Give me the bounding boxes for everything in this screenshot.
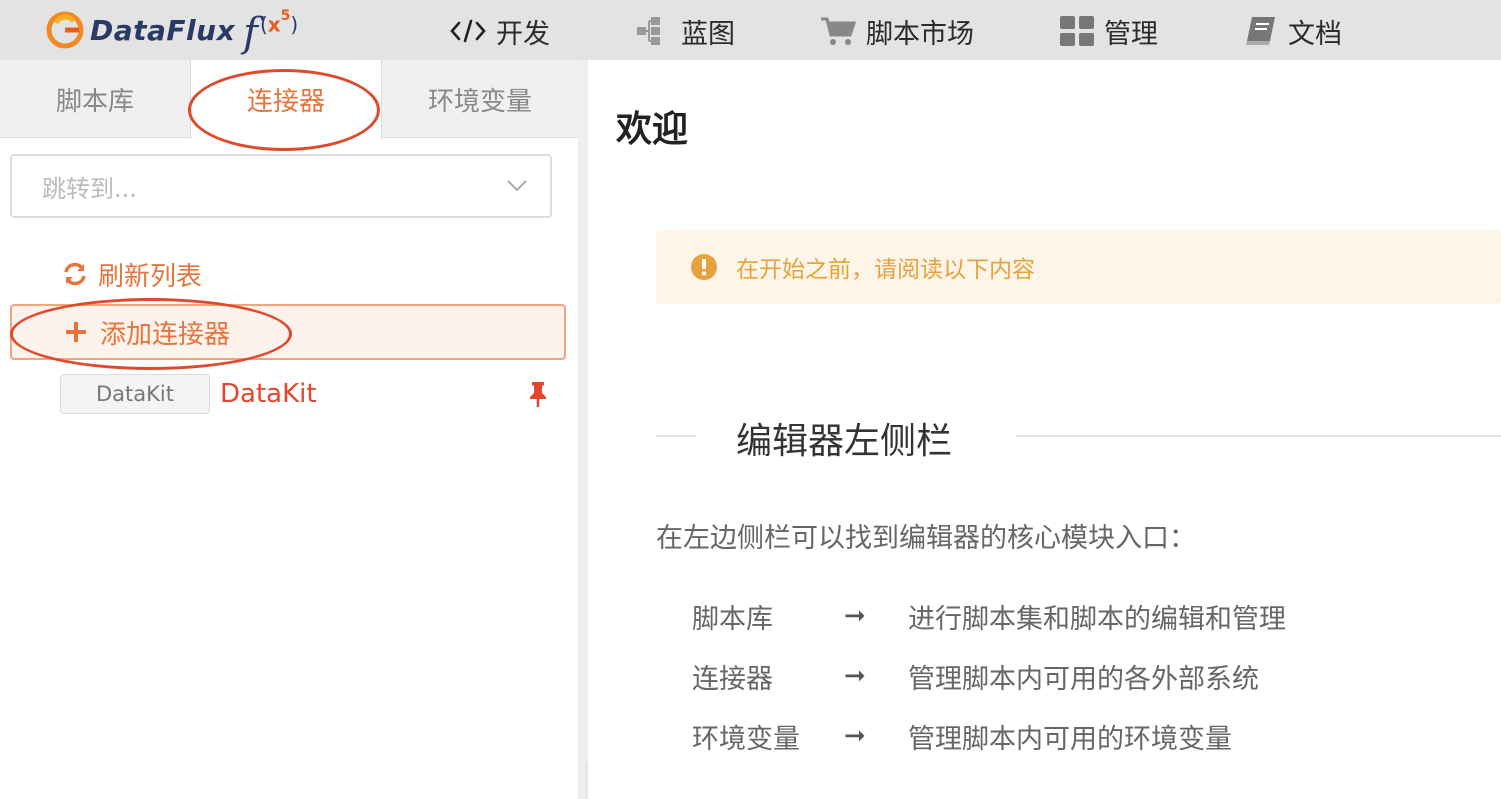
- nav-develop[interactable]: 开发: [450, 12, 550, 50]
- tab-env-variables-label: 环境变量: [427, 86, 532, 117]
- connector-name: DataKit: [220, 379, 317, 409]
- book-icon: [1244, 15, 1278, 47]
- sidebar: 脚本库 连接器 环境变量 跳转到... 刷新列表 添加连接器 DataKit D…: [0, 60, 578, 799]
- tab-env-variables[interactable]: 环境变量: [382, 60, 578, 138]
- logo-x: (x5): [259, 7, 299, 37]
- notice-text: 在开始之前，请阅读以下内容: [736, 257, 1035, 283]
- refresh-list-button[interactable]: 刷新列表: [62, 256, 202, 292]
- sidebar-divider[interactable]: [578, 60, 588, 799]
- code-icon: [450, 19, 486, 43]
- tab-connectors-label: 连接器: [246, 87, 325, 117]
- nav-docs[interactable]: 文档: [1244, 12, 1342, 50]
- arrow-right-icon: ➞: [844, 601, 866, 631]
- add-connector-button[interactable]: 添加连接器: [10, 304, 566, 360]
- logo-f: f: [243, 10, 258, 56]
- nav-manage-label: 管理: [1104, 18, 1158, 50]
- page-title: 欢迎: [616, 109, 689, 150]
- arrow-right-icon: ➞: [844, 661, 866, 691]
- section-divider-left: [656, 435, 696, 437]
- section-divider-right: [1016, 435, 1501, 437]
- chevron-down-icon: [507, 180, 527, 192]
- app-logo[interactable]: DataFlux f (x5): [46, 7, 299, 56]
- connector-item[interactable]: DataKit DataKit: [60, 374, 550, 414]
- add-connector-label: 添加连接器: [100, 319, 231, 350]
- arrow-right-icon: ➞: [844, 721, 866, 751]
- warning-icon: [691, 254, 717, 280]
- pin-icon[interactable]: [526, 380, 550, 408]
- feature-row: 脚本库 ➞ 进行脚本集和脚本的编辑和管理: [692, 596, 1286, 636]
- tab-script-library-label: 脚本库: [55, 86, 134, 117]
- feature-name: 连接器: [692, 663, 773, 695]
- nav-script-market[interactable]: 脚本市场: [820, 12, 974, 50]
- feature-desc: 管理脚本内可用的环境变量: [908, 723, 1232, 755]
- jump-to-placeholder: 跳转到...: [42, 174, 137, 203]
- feature-row: 连接器 ➞ 管理脚本内可用的各外部系统: [692, 656, 1259, 696]
- nav-blueprint[interactable]: 蓝图: [637, 12, 735, 50]
- logo-text: DataFlux: [90, 13, 236, 47]
- tab-script-library[interactable]: 脚本库: [0, 60, 190, 138]
- notice-banner: 在开始之前，请阅读以下内容: [656, 230, 1501, 304]
- feature-row: 环境变量 ➞ 管理脚本内可用的环境变量: [692, 716, 1232, 756]
- refresh-icon: [64, 262, 86, 286]
- sidebar-tabs: 脚本库 连接器 环境变量: [0, 60, 578, 139]
- jump-to-select[interactable]: 跳转到...: [10, 154, 552, 218]
- feature-desc: 进行脚本集和脚本的编辑和管理: [908, 603, 1286, 635]
- nav-blueprint-label: 蓝图: [681, 18, 735, 50]
- connector-type-tag: DataKit: [60, 374, 210, 414]
- feature-name: 环境变量: [692, 723, 800, 755]
- nav-script-market-label: 脚本市场: [866, 18, 974, 50]
- logo-icon: [46, 11, 84, 49]
- nav-manage[interactable]: 管理: [1060, 12, 1158, 50]
- plus-icon: [66, 322, 86, 342]
- section-title: 编辑器左侧栏: [736, 421, 953, 462]
- feature-desc: 管理脚本内可用的各外部系统: [908, 663, 1259, 695]
- feature-name: 脚本库: [692, 603, 773, 635]
- intro-text: 在左边侧栏可以找到编辑器的核心模块入口：: [656, 523, 1196, 554]
- nav-docs-label: 文档: [1288, 18, 1342, 50]
- refresh-list-label: 刷新列表: [98, 261, 203, 292]
- cart-icon: [820, 15, 856, 47]
- tab-connectors[interactable]: 连接器: [190, 60, 382, 139]
- blueprint-icon: [637, 15, 671, 47]
- grid-icon: [1060, 16, 1094, 46]
- main-content: 欢迎 在开始之前，请阅读以下内容 编辑器左侧栏 在左边侧栏可以找到编辑器的核心模…: [588, 60, 1501, 799]
- section-header: 编辑器左侧栏: [656, 406, 1501, 466]
- nav-develop-label: 开发: [496, 18, 550, 50]
- top-bar: DataFlux f (x5) 开发 蓝图 脚本市场 管理 文档: [0, 0, 1501, 60]
